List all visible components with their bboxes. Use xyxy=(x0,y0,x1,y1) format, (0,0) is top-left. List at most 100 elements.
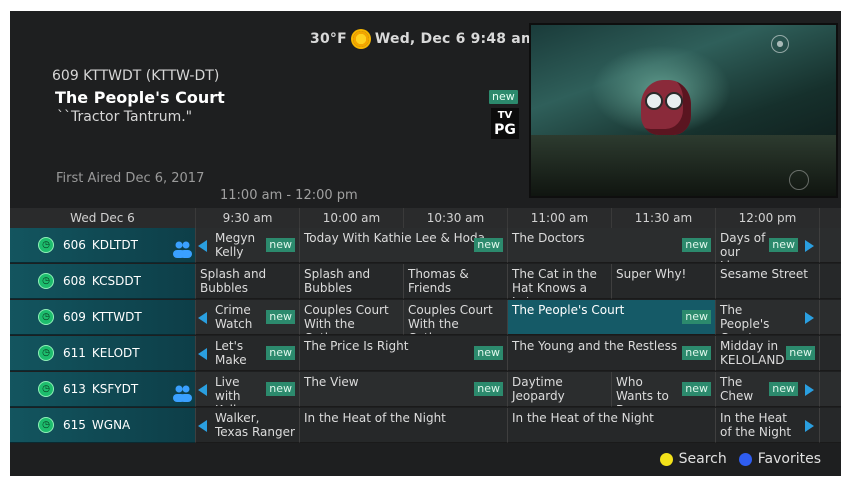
channel-name: KELODT xyxy=(91,346,140,360)
guide-row: ◷ 611 KELODT Let's Make anew The Price I… xyxy=(10,336,841,372)
guide-row: ◷ 615 WGNA Walker, Texas Ranger In the H… xyxy=(10,408,841,444)
clock-icon: ◷ xyxy=(38,273,54,289)
header-datetime: 30°F Wed, Dec 6 9:48 am xyxy=(310,31,536,47)
arrow-left-icon xyxy=(198,384,207,396)
new-badge: new xyxy=(474,346,503,360)
program-cell[interactable]: Live with Kellynew xyxy=(195,372,299,407)
legend: Search Favorites xyxy=(659,451,821,467)
program-cell[interactable]: The Cat in the Hat Knows a Lot xyxy=(507,264,611,299)
program-cell[interactable]: Couples Court With the Cutlers xyxy=(299,300,403,335)
new-badge: new xyxy=(266,310,295,324)
new-badge: new xyxy=(682,238,711,252)
program-cell[interactable]: The Young and the Restless new xyxy=(507,336,715,371)
channel-cell[interactable]: ◷ 609 KTTWDT xyxy=(10,300,195,335)
program-cell[interactable]: Midday in KELOLAND new xyxy=(715,336,819,371)
program-cell[interactable]: Super Why! xyxy=(611,264,715,299)
program-cell[interactable]: The Doctors new xyxy=(507,228,715,263)
footer-legend-bar: Search Favorites xyxy=(10,445,841,476)
info-first-aired: First Aired Dec 6, 2017 xyxy=(56,171,205,186)
program-cell[interactable]: Couples Court With the Cutlers xyxy=(403,300,507,335)
program-cell[interactable]: The View new xyxy=(299,372,507,407)
program-cell[interactable]: Thomas & Friends xyxy=(403,264,507,299)
program-cell-selected[interactable]: The People's Court new xyxy=(507,300,715,335)
time-slot-header: 9:30 am xyxy=(195,208,299,228)
people-icon xyxy=(173,241,192,258)
channel-number: 608 xyxy=(63,274,86,288)
program-cell[interactable]: Megyn Kelly new xyxy=(195,228,299,263)
rating-tv: TV xyxy=(497,110,513,121)
live-video-preview[interactable]: ● xyxy=(529,23,838,198)
channel-cell[interactable]: ◷ 606 KDLTDT xyxy=(10,228,195,263)
sun-icon xyxy=(352,31,369,47)
arrow-right-icon xyxy=(805,240,814,252)
arrow-left-icon xyxy=(198,240,207,252)
temperature: 30°F xyxy=(310,31,347,47)
program-cell[interactable]: Days of our Livesnew xyxy=(715,228,819,263)
date-time: Wed, Dec 6 9:48 am xyxy=(374,31,536,47)
guide-row: ◷ 608 KCSDDT Splash and Bubbles Splash a… xyxy=(10,264,841,300)
clock-icon: ◷ xyxy=(38,417,54,433)
channel-cell[interactable]: ◷ 615 WGNA xyxy=(10,408,195,443)
info-time-slot: 11:00 am - 12:00 pm xyxy=(220,188,358,203)
tv-pg-rating-icon: TV PG xyxy=(491,108,519,139)
search-label[interactable]: Search xyxy=(679,451,727,467)
program-cell[interactable]: Splash and Bubbles xyxy=(299,264,403,299)
channel-name: WGNA xyxy=(91,418,131,432)
watermark-icon xyxy=(789,170,809,190)
program-cell[interactable]: In the Heat of the Night xyxy=(299,408,507,443)
new-badge: new xyxy=(769,382,798,396)
channel-number: 611 xyxy=(63,346,86,360)
program-cell[interactable]: Daytime Jeopardy xyxy=(507,372,611,407)
guide-row: ◷ 606 KDLTDT Megyn Kelly new Today With K… xyxy=(10,228,841,264)
new-badge: new xyxy=(266,382,295,396)
blue-button-icon xyxy=(738,452,752,466)
info-program-title: The People's Court xyxy=(55,88,225,107)
channel-name: KCSDDT xyxy=(91,274,141,288)
new-badge: new xyxy=(474,382,503,396)
arrow-right-icon xyxy=(805,384,814,396)
tv-guide-screen: 30°F Wed, Dec 6 9:48 am 609 KTTWDT (KTTW… xyxy=(10,11,841,476)
program-cell[interactable]: Walker, Texas Ranger xyxy=(195,408,299,443)
program-cell[interactable]: Splash and Bubbles xyxy=(195,264,299,299)
clock-icon: ◷ xyxy=(38,237,54,253)
program-cell[interactable]: Let's Make anew xyxy=(195,336,299,371)
channel-cell[interactable]: ◷ 611 KELODT xyxy=(10,336,195,371)
new-badge: new xyxy=(474,238,503,252)
time-slot-header: 11:30 am xyxy=(611,208,715,228)
new-badge: new xyxy=(682,310,711,324)
arrow-right-icon xyxy=(805,312,814,324)
channel-number: 609 xyxy=(63,310,86,324)
arrow-left-icon xyxy=(198,420,207,432)
network-logo-icon: ● xyxy=(771,35,789,53)
program-cell[interactable]: Who Wants to Be anew xyxy=(611,372,715,407)
channel-name: KTTWDT xyxy=(91,310,142,324)
channel-name: KSFYDT xyxy=(91,382,139,396)
new-badge: new xyxy=(682,346,711,360)
yellow-button-icon xyxy=(659,452,673,466)
program-cell[interactable]: Crime Watch new xyxy=(195,300,299,335)
channel-number: 615 xyxy=(63,418,86,432)
new-badge: new xyxy=(489,90,518,104)
clock-icon: ◷ xyxy=(38,309,54,325)
time-header-row: Wed Dec 6 9:30 am 10:00 am 10:30 am 11:0… xyxy=(10,208,841,228)
channel-cell[interactable]: ◷ 608 KCSDDT xyxy=(10,264,195,299)
favorites-label[interactable]: Favorites xyxy=(758,451,821,467)
new-badge: new xyxy=(266,238,295,252)
guide-row: ◷ 613 KSFYDT Live with Kellynew The View… xyxy=(10,372,841,408)
time-slot-header: 10:30 am xyxy=(403,208,507,228)
program-cell[interactable]: In the Heat of the Night xyxy=(715,408,819,443)
program-cell[interactable]: The People's Court xyxy=(715,300,819,335)
program-cell[interactable]: In the Heat of the Night xyxy=(507,408,715,443)
guide-row: ◷ 609 KTTWDT Crime Watch new Couples Cour… xyxy=(10,300,841,336)
program-cell[interactable]: Today With Kathie Lee & Hoda new xyxy=(299,228,507,263)
clock-icon: ◷ xyxy=(38,381,54,397)
time-slot-header: 10:00 am xyxy=(299,208,403,228)
arrow-left-icon xyxy=(198,348,207,360)
channel-cell[interactable]: ◷ 613 KSFYDT xyxy=(10,372,195,407)
info-episode-title: ``Tractor Tantrum." xyxy=(57,109,193,125)
program-cell[interactable]: The Price Is Right new xyxy=(299,336,507,371)
new-badge: new xyxy=(266,346,295,360)
program-cell[interactable]: Sesame Street xyxy=(715,264,819,299)
program-cell[interactable]: The Chew new xyxy=(715,372,819,407)
rating-pg: PG xyxy=(494,122,516,138)
